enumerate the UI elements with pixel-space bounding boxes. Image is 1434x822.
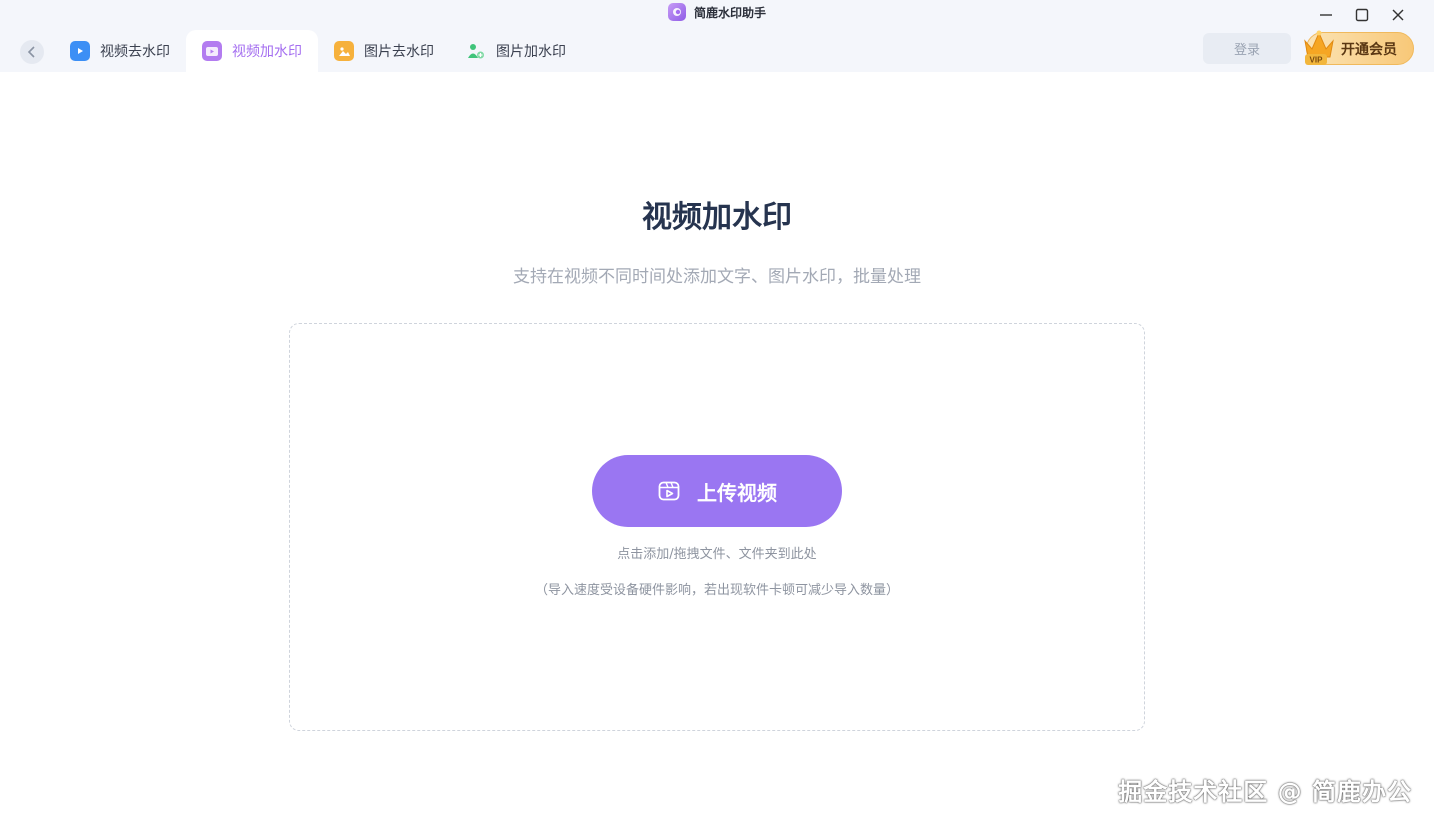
vip-badge: VIP — [1310, 56, 1324, 65]
tab-label: 图片加水印 — [496, 44, 566, 60]
vip-membership-button[interactable]: VIP 开通会员 — [1304, 30, 1414, 65]
import-speed-note: （导入速度受设备硬件影响，若出现软件卡顿可减少导入数量） — [534, 583, 899, 598]
tab-label: 图片去水印 — [364, 44, 434, 60]
main-panel: 视频加水印 支持在视频不同时间处添加文字、图片水印，批量处理 上传视频 点击添加… — [0, 72, 1434, 822]
tab-label: 视频加水印 — [232, 44, 302, 60]
upload-video-label: 上传视频 — [697, 480, 777, 505]
upload-video-icon — [658, 481, 680, 501]
chevron-left-icon — [27, 46, 35, 58]
tab-image-add-watermark[interactable]: 图片加水印 — [450, 30, 582, 72]
maximize-icon[interactable] — [1352, 5, 1372, 25]
image-remove-watermark-icon — [334, 41, 354, 61]
video-add-watermark-icon — [202, 41, 222, 61]
window-controls — [1316, 5, 1408, 25]
vip-label: 开通会员 — [1341, 41, 1397, 58]
app-logo-icon — [667, 3, 686, 21]
vip-crown-icon: VIP — [1304, 30, 1334, 65]
drop-hint: 点击添加/拖拽文件、文件夹到此处 — [617, 547, 817, 562]
app-title: 简鹿水印助手 — [693, 5, 766, 20]
upload-video-button[interactable]: 上传视频 — [592, 455, 842, 527]
page-title: 视频加水印 — [642, 200, 792, 235]
close-icon[interactable] — [1388, 5, 1408, 25]
file-drop-zone[interactable]: 上传视频 点击添加/拖拽文件、文件夹到此处 （导入速度受设备硬件影响，若出现软件… — [289, 323, 1145, 731]
tab-label: 视频去水印 — [100, 44, 170, 60]
image-add-watermark-icon — [466, 41, 486, 61]
app-title-bar: 简鹿水印助手 — [0, 3, 1434, 21]
overlay-watermark-text: 掘金技术社区 @ 简鹿办公 — [1118, 778, 1412, 806]
minimize-icon[interactable] — [1316, 5, 1336, 25]
tab-video-remove-watermark[interactable]: 视频去水印 — [54, 30, 186, 72]
tab-image-remove-watermark[interactable]: 图片去水印 — [318, 30, 450, 72]
video-remove-watermark-icon — [70, 41, 90, 61]
back-button[interactable] — [20, 40, 44, 64]
title-bar: 简鹿水印助手 视频去水印 视频加水印 图片去水印 图片加水印 登录 VIP 开通… — [0, 0, 1434, 72]
tab-video-add-watermark[interactable]: 视频加水印 — [186, 30, 318, 72]
login-button[interactable]: 登录 — [1203, 33, 1291, 64]
page-subtitle: 支持在视频不同时间处添加文字、图片水印，批量处理 — [513, 267, 921, 287]
tab-bar: 视频去水印 视频加水印 图片去水印 图片加水印 — [54, 30, 582, 72]
